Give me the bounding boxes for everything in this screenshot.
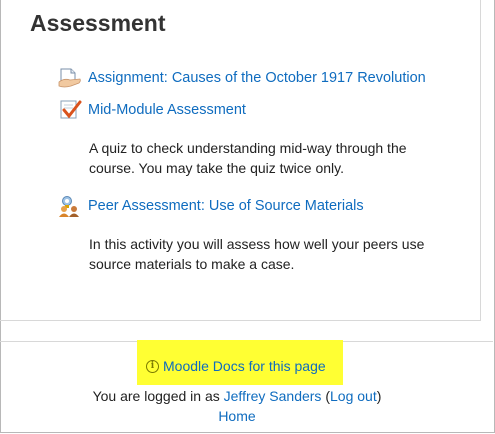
section-title: Assessment bbox=[30, 10, 166, 36]
activity-assignment: Assignment: Causes of the October 1917 R… bbox=[58, 66, 426, 90]
close-paren: ) bbox=[376, 388, 382, 404]
info-icon: i bbox=[146, 359, 159, 373]
activity-workshop: Peer Assessment: Use of Source Materials bbox=[58, 194, 364, 218]
user-profile-link[interactable]: Jeffrey Sanders bbox=[224, 388, 322, 404]
activity-description-quiz: A quiz to check understanding mid-way th… bbox=[89, 140, 407, 176]
logged-in-prefix: You are logged in as bbox=[92, 388, 220, 404]
activity-quiz: Mid-Module Assessment bbox=[58, 98, 246, 122]
activity-link-assignment[interactable]: Assignment: Causes of the October 1917 R… bbox=[88, 70, 426, 86]
open-paren: ( bbox=[321, 388, 330, 404]
logout-link[interactable]: Log out bbox=[330, 388, 377, 404]
workshop-icon bbox=[58, 194, 82, 218]
home-link-wrapper: Home bbox=[0, 408, 474, 424]
moodle-docs-link[interactable]: i Moodle Docs for this page bbox=[146, 358, 326, 374]
quiz-icon bbox=[58, 98, 82, 122]
activity-link-quiz[interactable]: Mid-Module Assessment bbox=[88, 102, 246, 118]
assignment-icon bbox=[58, 66, 82, 90]
activity-link-workshop[interactable]: Peer Assessment: Use of Source Materials bbox=[88, 198, 364, 214]
home-link[interactable]: Home bbox=[218, 408, 255, 424]
login-info: You are logged in as Jeffrey Sanders (Lo… bbox=[0, 388, 474, 404]
activity-description-workshop: In this activity you will assess how wel… bbox=[89, 236, 425, 272]
moodle-docs-label: Moodle Docs for this page bbox=[163, 358, 326, 374]
